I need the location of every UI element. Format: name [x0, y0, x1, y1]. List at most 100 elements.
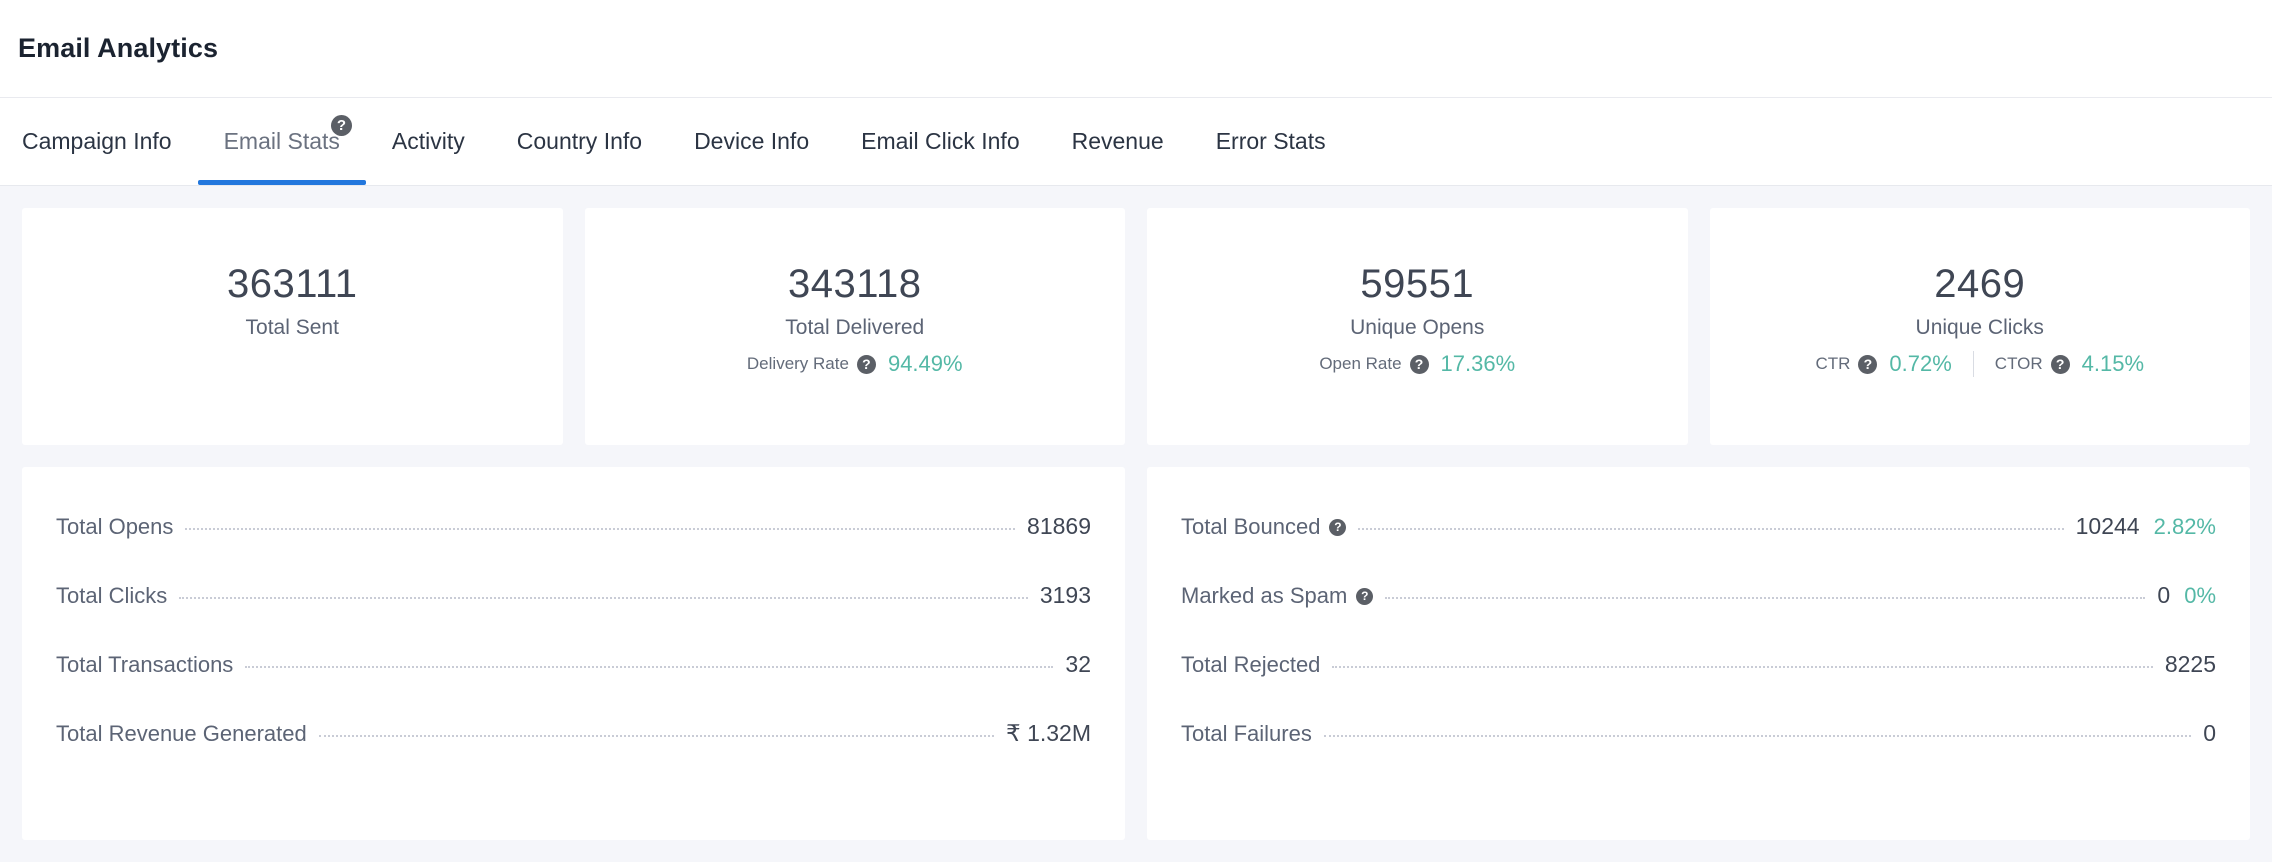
help-circle-icon[interactable]: ?: [1409, 354, 1429, 374]
metric-label: Marked as Spam: [1181, 583, 1348, 608]
metric-row: Total Clicks 3193: [56, 582, 1091, 651]
stat-sub-name: CTR: [1815, 354, 1851, 373]
help-circle-icon[interactable]: ?: [856, 354, 876, 374]
leader-dots: [318, 735, 995, 737]
tab-email-stats[interactable]: Email Stats?: [197, 97, 367, 185]
stat-label: Total Delivered: [785, 316, 925, 339]
metric-row: Total Rejected 8225: [1181, 651, 2216, 720]
leader-dots: [245, 666, 1054, 668]
leader-dots: [179, 597, 1028, 599]
metric-label: Total Revenue Generated: [56, 721, 307, 746]
metric-row: Marked as Spam? 0 0%: [1181, 582, 2216, 651]
metric-value: 0: [2203, 720, 2216, 746]
stat-value: 2469: [1934, 262, 2026, 306]
metric-label: Total Failures: [1181, 721, 1312, 746]
tab-help-badge[interactable]: ?: [330, 111, 352, 137]
tab-device-info[interactable]: Device Info: [668, 97, 835, 185]
tab-label: Email Stats: [223, 127, 340, 154]
metric-row: Total Bounced? 10244 2.82%: [1181, 513, 2216, 582]
help-circle-icon[interactable]: ?: [2050, 354, 2070, 374]
stat-sub-metric: Delivery Rate? 94.49%: [747, 351, 963, 377]
stat-label: Unique Clicks: [1915, 316, 2044, 339]
stat-sub-name: Open Rate: [1319, 354, 1402, 373]
metric-label-group: Total Bounced?: [1181, 514, 1347, 540]
help-circle-icon[interactable]: ?: [1356, 587, 1374, 605]
metric-label: Total Transactions: [56, 652, 234, 677]
stat-sub-row: CTR? 0.72% CTOR? 4.15%: [1815, 351, 2144, 377]
metric-value: 32: [1065, 651, 1091, 677]
tab-label: Device Info: [694, 127, 810, 154]
metric-label: Total Clicks: [56, 583, 168, 608]
page-title: Email Analytics: [18, 33, 219, 63]
tab-label: Country Info: [516, 127, 643, 154]
metric-label: Total Rejected: [1181, 652, 1321, 677]
metric-row: Total Revenue Generated ₹ 1.32M: [56, 720, 1091, 789]
engagement-list-card: Total Opens 81869 Total Clicks 3193 Total Tr…: [22, 467, 1125, 840]
stat-sub-name: Delivery Rate: [746, 354, 849, 373]
metric-label-group: Total Revenue Generated: [56, 721, 307, 747]
metric-value: 3193: [1039, 582, 1091, 608]
stat-sub-row: Open Rate? 17.36%: [1319, 351, 1515, 377]
leader-dots: [1332, 666, 2153, 668]
metric-value: 0: [2157, 582, 2171, 608]
stat-sub-metric: Open Rate? 17.36%: [1319, 351, 1515, 377]
stat-label: Total Sent: [245, 316, 339, 339]
leader-dots: [1358, 528, 2064, 530]
metric-label-group: Total Opens: [56, 514, 173, 540]
stat-card-row: 363111 Total Sent 343118 Total Delivered Del…: [22, 208, 2250, 445]
metric-label: Total Opens: [56, 514, 174, 539]
leader-dots: [1323, 735, 2192, 737]
page-header: Email Analytics: [0, 0, 2272, 98]
stat-sub-percent: 94.49%: [887, 351, 963, 376]
metric-value: 81869: [1027, 513, 1091, 539]
sub-divider: [1972, 351, 1974, 377]
stat-sub-row: Delivery Rate? 94.49%: [747, 351, 963, 377]
metric-value: 8225: [2164, 651, 2216, 677]
metric-label: Total Bounced: [1181, 514, 1321, 539]
help-circle-icon[interactable]: ?: [330, 115, 352, 137]
tab-activity[interactable]: Activity: [366, 97, 491, 185]
stat-value: 343118: [787, 262, 922, 306]
metric-row: Total Failures 0: [1181, 720, 2216, 789]
tab-label: Campaign Info: [22, 127, 172, 154]
metric-label-group: Total Transactions: [56, 652, 233, 678]
stat-value: 363111: [226, 262, 358, 306]
stat-card: 363111 Total Sent: [22, 208, 563, 445]
metric-percent: 0%: [2184, 583, 2216, 608]
tab-label: Activity: [391, 127, 465, 154]
stat-card: 343118 Total Delivered Delivery Rate? 94.49…: [584, 208, 1125, 445]
tab-bar: Campaign Info Email Stats? Activity Country…: [0, 98, 2272, 186]
tab-campaign-info[interactable]: Campaign Info: [22, 97, 198, 185]
metric-value: ₹ 1.32M: [1006, 720, 1091, 746]
stat-sub-metric: CTR? 0.72%: [1815, 351, 1951, 377]
tab-email-click-info[interactable]: Email Click Info: [835, 97, 1045, 185]
metric-value: 10244: [2075, 513, 2140, 539]
stat-sub-percent: 17.36%: [1440, 351, 1516, 376]
stat-label: Unique Opens: [1350, 316, 1485, 339]
leader-dots: [185, 528, 1016, 530]
metric-row: Total Opens 81869: [56, 513, 1091, 582]
tab-revenue[interactable]: Revenue: [1046, 97, 1190, 185]
metric-row: Total Transactions 32: [56, 651, 1091, 720]
metric-label-group: Total Failures: [1181, 721, 1312, 747]
metric-label-group: Total Rejected: [1181, 652, 1320, 678]
help-circle-icon[interactable]: ?: [1329, 518, 1347, 536]
stat-sub-name: CTOR: [1994, 354, 2043, 373]
stat-sub-percent: 4.15%: [2081, 351, 2145, 376]
stat-card: 2469 Unique Clicks CTR? 0.72% CTOR? 4.15%: [1709, 208, 2250, 445]
metric-label-group: Marked as Spam?: [1181, 583, 1374, 609]
stat-card: 59551 Unique Opens Open Rate? 17.36%: [1147, 208, 1688, 445]
tab-label: Error Stats: [1215, 127, 1326, 154]
tab-error-stats[interactable]: Error Stats: [1190, 97, 1352, 185]
metric-label-group: Total Clicks: [56, 583, 167, 609]
tab-label: Email Click Info: [861, 127, 1020, 154]
tab-country-info[interactable]: Country Info: [491, 97, 668, 185]
leader-dots: [1385, 597, 2146, 599]
stat-sub-percent: 0.72%: [1889, 351, 1952, 376]
analytics-content: 363111 Total Sent 343118 Total Delivered Del…: [0, 186, 2272, 862]
metric-percent: 2.82%: [2153, 514, 2216, 539]
detail-lists-row: Total Opens 81869 Total Clicks 3193 Total Tr…: [22, 467, 2250, 840]
stat-value: 59551: [1360, 262, 1475, 306]
stat-sub-metric: CTOR? 4.15%: [1995, 351, 2144, 377]
help-circle-icon[interactable]: ?: [1858, 354, 1878, 374]
